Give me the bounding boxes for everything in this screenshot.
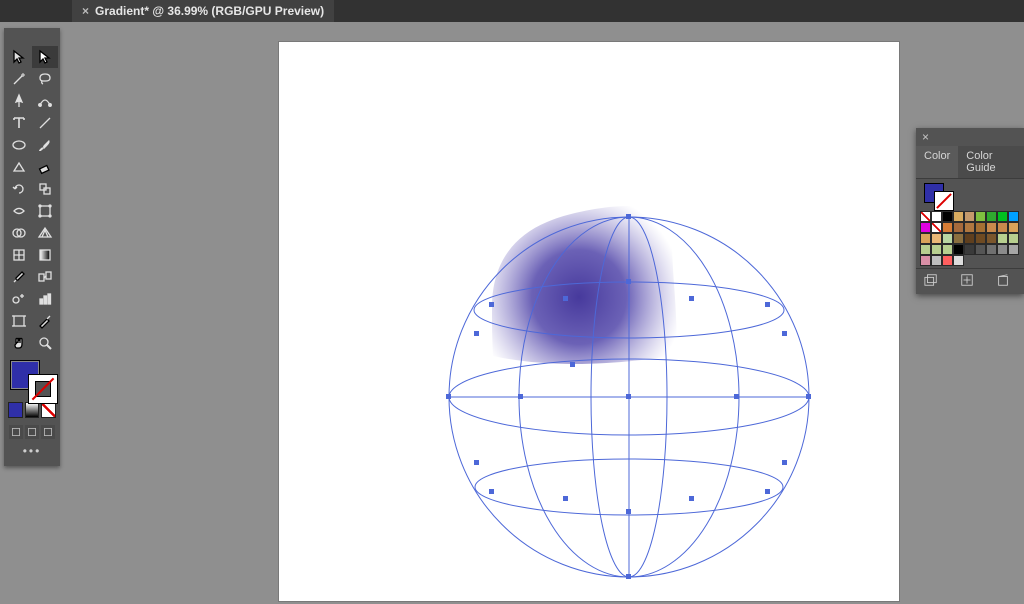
swatch[interactable] — [986, 222, 997, 233]
stroke-swatch[interactable] — [28, 374, 58, 404]
swatch[interactable] — [997, 233, 1008, 244]
swatch[interactable] — [1008, 222, 1019, 233]
width-tool[interactable] — [6, 200, 32, 222]
artboard-tool[interactable] — [6, 310, 32, 332]
none-mode[interactable] — [41, 402, 56, 418]
selection-tool[interactable] — [6, 46, 32, 68]
column-graph-tool[interactable] — [32, 288, 58, 310]
canvas-drawing[interactable] — [279, 42, 899, 601]
swatch[interactable] — [931, 244, 942, 255]
panel-fill-stroke[interactable] — [916, 179, 1024, 209]
mesh-tool[interactable] — [6, 244, 32, 266]
swatch[interactable] — [920, 222, 931, 233]
swatch[interactable] — [953, 233, 964, 244]
swatch[interactable] — [931, 233, 942, 244]
swatch[interactable] — [986, 244, 997, 255]
swatch[interactable] — [953, 244, 964, 255]
shape-builder-tool[interactable] — [6, 222, 32, 244]
artboard[interactable] — [279, 42, 899, 601]
swatch[interactable] — [942, 211, 953, 222]
perspective-grid-tool[interactable] — [32, 222, 58, 244]
color-panel: × ColorColor Guide — [916, 128, 1024, 294]
swatch[interactable] — [942, 233, 953, 244]
swatch[interactable] — [964, 244, 975, 255]
ellipse-tool[interactable] — [6, 134, 32, 156]
zoom-tool[interactable] — [32, 332, 58, 354]
swatch[interactable] — [942, 244, 953, 255]
panel-stroke-swatch[interactable] — [934, 191, 954, 211]
swatch[interactable] — [964, 211, 975, 222]
swatch[interactable] — [986, 233, 997, 244]
lasso-tool[interactable] — [32, 68, 58, 90]
symbol-sprayer-tool[interactable] — [6, 288, 32, 310]
eyedropper-tool[interactable] — [6, 266, 32, 288]
rotate-tool[interactable] — [6, 178, 32, 200]
blend-tool[interactable] — [32, 266, 58, 288]
swatch[interactable] — [920, 211, 931, 222]
gradient-tool[interactable] — [32, 244, 58, 266]
document-tab-bar: × Gradient* @ 36.99% (RGB/GPU Preview) — [0, 0, 1024, 22]
edit-toolbar-icon[interactable]: ••• — [4, 442, 60, 460]
line-segment-tool[interactable] — [32, 112, 58, 134]
magic-wand-tool[interactable] — [6, 68, 32, 90]
swatch[interactable] — [986, 211, 997, 222]
type-tool[interactable] — [6, 112, 32, 134]
swatch[interactable] — [997, 222, 1008, 233]
swatch[interactable] — [964, 222, 975, 233]
swatch[interactable] — [1008, 211, 1019, 222]
free-transform-tool[interactable] — [32, 200, 58, 222]
swatch[interactable] — [931, 255, 942, 266]
swatch[interactable] — [920, 255, 931, 266]
swatch[interactable] — [975, 244, 986, 255]
swatch[interactable] — [931, 211, 942, 222]
hand-tool[interactable] — [6, 332, 32, 354]
eraser-tool[interactable] — [32, 156, 58, 178]
draw-normal-mode[interactable] — [9, 425, 23, 439]
document-tab[interactable]: × Gradient* @ 36.99% (RGB/GPU Preview) — [72, 0, 334, 22]
swatch[interactable] — [953, 222, 964, 233]
swatch[interactable] — [953, 255, 964, 266]
document-title: Gradient* @ 36.99% (RGB/GPU Preview) — [95, 4, 324, 18]
swatch[interactable] — [942, 222, 953, 233]
curvature-tool[interactable] — [32, 90, 58, 112]
swatch[interactable] — [953, 211, 964, 222]
swatch[interactable] — [1008, 233, 1019, 244]
draw-behind-mode[interactable] — [25, 425, 39, 439]
swatch[interactable] — [997, 211, 1008, 222]
panel-close-icon[interactable]: × — [916, 128, 1024, 146]
scale-tool[interactable] — [32, 178, 58, 200]
fill-stroke-control[interactable] — [4, 358, 60, 402]
swatches-grid — [916, 209, 1024, 268]
swatch[interactable] — [997, 244, 1008, 255]
swatch[interactable] — [1008, 244, 1019, 255]
swatch[interactable] — [920, 244, 931, 255]
swatch[interactable] — [975, 211, 986, 222]
color-panel-tab-0[interactable]: Color — [916, 146, 958, 178]
close-tab-icon[interactable]: × — [82, 4, 89, 18]
swatch[interactable] — [931, 222, 942, 233]
new-swatch-icon[interactable] — [960, 273, 974, 290]
workspace — [64, 22, 1024, 599]
color-mode[interactable] — [8, 402, 23, 418]
swatch[interactable] — [964, 233, 975, 244]
color-panel-tab-1[interactable]: Color Guide — [958, 146, 1024, 178]
paintbrush-tool[interactable] — [32, 134, 58, 156]
swatch[interactable] — [942, 255, 953, 266]
shaper-tool[interactable] — [6, 156, 32, 178]
swatch[interactable] — [920, 233, 931, 244]
delete-swatch-icon[interactable] — [996, 273, 1010, 290]
slice-tool[interactable] — [32, 310, 58, 332]
change-screen-mode[interactable] — [41, 425, 55, 439]
swatch-libraries-icon[interactable] — [924, 273, 938, 290]
gradient-mode[interactable] — [25, 402, 40, 418]
pen-tool[interactable] — [6, 90, 32, 112]
swatch[interactable] — [975, 233, 986, 244]
swatch[interactable] — [975, 222, 986, 233]
toolbox-panel: ••• — [4, 28, 60, 466]
direct-selection-tool[interactable] — [32, 46, 58, 68]
